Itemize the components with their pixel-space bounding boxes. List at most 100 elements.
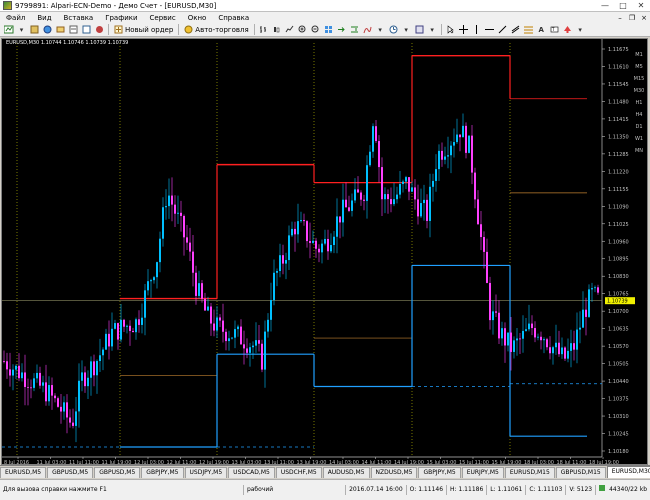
symbol-tab[interactable]: EURJPY,M5	[461, 467, 504, 478]
timeframe-w1[interactable]: W1	[633, 133, 645, 145]
symbol-tab[interactable]: USDCAD,M5	[228, 467, 275, 478]
timeframe-m1[interactable]: M1	[633, 49, 645, 61]
label-tool-icon[interactable]: T	[549, 24, 560, 35]
mdi-close-icon[interactable]: ×	[638, 14, 650, 22]
cursor-icon[interactable]	[445, 24, 456, 35]
autoscroll-icon[interactable]	[336, 24, 347, 35]
crosshair-icon[interactable]	[458, 24, 469, 35]
status-profile[interactable]: рабочий	[242, 485, 345, 495]
zoom-out-icon[interactable]	[310, 24, 321, 35]
candle-body	[279, 255, 281, 272]
dropdown-icon[interactable]: ▾	[16, 24, 27, 35]
navigator-icon[interactable]	[55, 24, 66, 35]
symbol-tab[interactable]: USDJPY,M5	[184, 467, 228, 478]
candle-body	[102, 349, 104, 356]
symbol-tab[interactable]: GBPJPY,M5	[418, 467, 461, 478]
status-open: O: 1.11146	[405, 485, 446, 495]
symbol-tab[interactable]: EURUSD,M15	[504, 467, 555, 478]
line-chart-icon[interactable]	[284, 24, 295, 35]
autotrade-button[interactable]: Авто-торговля	[181, 24, 251, 36]
close-button[interactable]: ✕	[632, 0, 650, 11]
candle-body	[51, 385, 53, 396]
dropdown-icon[interactable]: ▾	[401, 24, 412, 35]
timeframe-m5[interactable]: M5	[633, 61, 645, 73]
periods-icon[interactable]	[388, 24, 399, 35]
candle-body	[246, 348, 248, 353]
maximize-button[interactable]: □	[614, 0, 632, 11]
candle-body	[183, 215, 185, 238]
candle-body	[327, 238, 329, 252]
tester-icon[interactable]	[94, 24, 105, 35]
data-window-icon[interactable]	[68, 24, 79, 35]
candle-body	[294, 228, 296, 235]
templates-icon[interactable]	[414, 24, 425, 35]
dropdown-icon[interactable]: ▾	[427, 24, 438, 35]
terminal-icon[interactable]	[81, 24, 92, 35]
price-label: 1.11350	[608, 134, 629, 140]
timeframe-h1[interactable]: H1	[633, 97, 645, 109]
candle-body	[525, 329, 527, 331]
status-volume: V: 5123	[565, 485, 595, 495]
candle-body	[249, 347, 251, 353]
candle-body	[513, 340, 515, 352]
candle-body	[396, 194, 398, 200]
menu-file[interactable]: Файл	[0, 14, 31, 22]
market-watch-icon[interactable]	[42, 24, 53, 35]
symbol-tab[interactable]: GBPUSD,M15	[555, 467, 606, 478]
menu-window[interactable]: Окно	[182, 14, 213, 22]
vertical-line-icon[interactable]	[471, 24, 482, 35]
menu-bar: Файл Вид Вставка Графики Сервис Окно Спр…	[0, 12, 650, 23]
mdi-minimize-icon[interactable]: –	[614, 14, 626, 22]
tile-windows-icon[interactable]	[323, 24, 334, 35]
candle-body	[504, 328, 506, 346]
status-traffic[interactable]: 44340/22 kb	[595, 485, 650, 495]
symbol-tab[interactable]: EURUSD,M30	[606, 466, 650, 478]
arrows-icon[interactable]	[562, 24, 573, 35]
symbol-tab[interactable]: NZDUSD,M5	[370, 467, 418, 478]
symbol-tab[interactable]: GBPUSD,M5	[94, 467, 141, 478]
menu-insert[interactable]: Вставка	[58, 14, 100, 22]
timeframe-m30[interactable]: M30	[633, 85, 645, 97]
channel-icon[interactable]	[510, 24, 521, 35]
zoom-in-icon[interactable]	[297, 24, 308, 35]
timeframe-h4[interactable]: H4	[633, 109, 645, 121]
horizontal-line-icon[interactable]	[484, 24, 495, 35]
bar-chart-icon[interactable]	[258, 24, 269, 35]
candle-body	[150, 280, 152, 282]
indicators-icon[interactable]	[362, 24, 373, 35]
text-tool-icon[interactable]: A	[536, 24, 547, 35]
dropdown-icon[interactable]: ▾	[575, 24, 586, 35]
mdi-restore-icon[interactable]: ❐	[626, 14, 638, 22]
candle-body	[534, 328, 536, 338]
timeframe-d1[interactable]: D1	[633, 121, 645, 133]
candle-body	[87, 377, 89, 387]
symbol-tab[interactable]: GBPJPY,M5	[141, 467, 184, 478]
symbol-tab[interactable]: AUDUSD,M5	[322, 467, 370, 478]
fibonacci-icon[interactable]	[523, 24, 534, 35]
candle-body	[153, 277, 155, 281]
menu-charts[interactable]: Графики	[99, 14, 143, 22]
symbol-tab[interactable]: EURUSD,M5	[0, 467, 47, 478]
candle-chart-icon[interactable]	[271, 24, 282, 35]
timeframe-m15[interactable]: M15	[633, 73, 645, 85]
dropdown-icon[interactable]: ▾	[375, 24, 386, 35]
menu-view[interactable]: Вид	[31, 14, 57, 22]
symbol-tab[interactable]: GBPUSD,M5	[47, 467, 94, 478]
new-order-label: Новый ордер	[125, 25, 174, 34]
chart-shift-icon[interactable]	[349, 24, 360, 35]
candle-body	[81, 372, 83, 381]
symbol-tab[interactable]: USDCHF,M5	[275, 467, 322, 478]
profiles-icon[interactable]	[29, 24, 40, 35]
candle-body	[480, 224, 482, 238]
candle-body	[57, 398, 59, 407]
price-chart[interactable]: 1.11675 1.11610 1.11545 1.11480 1.11415 1.113…	[1, 38, 648, 465]
new-chart-icon[interactable]	[3, 24, 14, 35]
timeframe-mn[interactable]: MN	[633, 145, 645, 157]
menu-tools[interactable]: Сервис	[144, 14, 182, 22]
chart-canvas[interactable]: 1.11675 1.11610 1.11545 1.11480 1.11415 1.113…	[2, 39, 648, 465]
menu-help[interactable]: Справка	[212, 14, 255, 22]
minimize-button[interactable]: —	[596, 0, 614, 11]
trendline-icon[interactable]	[497, 24, 508, 35]
candle-body	[339, 216, 341, 223]
new-order-button[interactable]: Новый ордер	[111, 24, 176, 36]
